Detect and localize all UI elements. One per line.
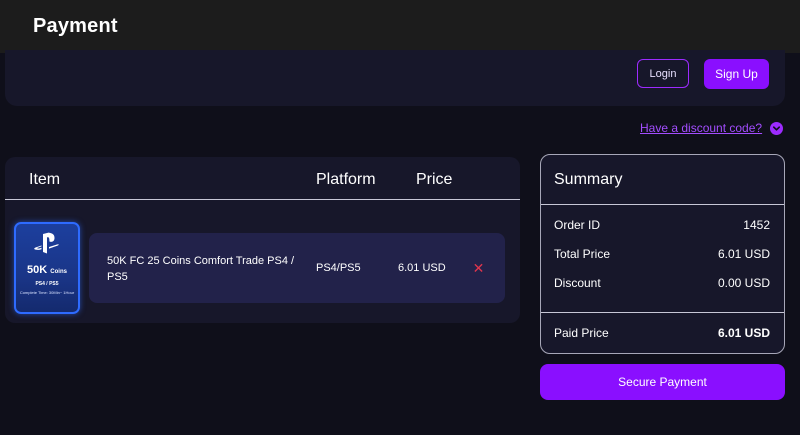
discount-label: Discount — [554, 276, 601, 290]
discount-code-link[interactable]: Have a discount code? — [640, 121, 762, 135]
login-button[interactable]: Login — [637, 59, 689, 88]
chevron-down-icon[interactable] — [770, 122, 783, 135]
playstation-logo-icon — [16, 232, 78, 261]
column-header-price: Price — [416, 171, 453, 188]
table-header-divider — [5, 199, 520, 200]
total-price-value: 6.01 USD — [717, 247, 770, 261]
summary-footer-divider — [541, 312, 784, 313]
secure-payment-button[interactable]: Secure Payment — [540, 364, 785, 400]
item-price: 6.01 USD — [398, 262, 446, 274]
order-id-value: 1452 — [743, 218, 770, 232]
remove-item-button[interactable]: ✕ — [472, 260, 485, 276]
summary-title: Summary — [554, 171, 623, 188]
thumbnail-amount: 50K Coins — [16, 264, 78, 276]
top-bar — [0, 0, 800, 53]
discount-value: 0.00 USD — [717, 276, 770, 290]
item-platform: PS4/PS5 — [316, 262, 361, 274]
page-title: Payment — [33, 15, 118, 37]
thumbnail-amount-unit: Coins — [50, 269, 67, 275]
order-id-label: Order ID — [554, 218, 601, 232]
paid-price-value: 6.01 USD — [717, 326, 770, 340]
column-header-item: Item — [29, 171, 61, 188]
column-header-platform: Platform — [316, 171, 376, 188]
total-price-label: Total Price — [554, 247, 611, 261]
thumbnail-amount-value: 50K — [27, 264, 48, 276]
product-thumbnail: 50K Coins PS4 / PS5 Complete Time: 30Min… — [14, 222, 80, 314]
thumbnail-platforms: PS4 / PS5 — [35, 281, 59, 287]
signup-button[interactable]: Sign Up — [704, 59, 769, 89]
summary-header-divider — [541, 204, 784, 205]
close-icon: ✕ — [472, 260, 485, 276]
item-name: 50K FC 25 Coins Comfort Trade PS4 / PS5 — [107, 255, 295, 283]
paid-price-label: Paid Price — [554, 326, 609, 340]
thumbnail-time-note: Complete Time: 30Min~ 1Hour — [19, 290, 75, 295]
